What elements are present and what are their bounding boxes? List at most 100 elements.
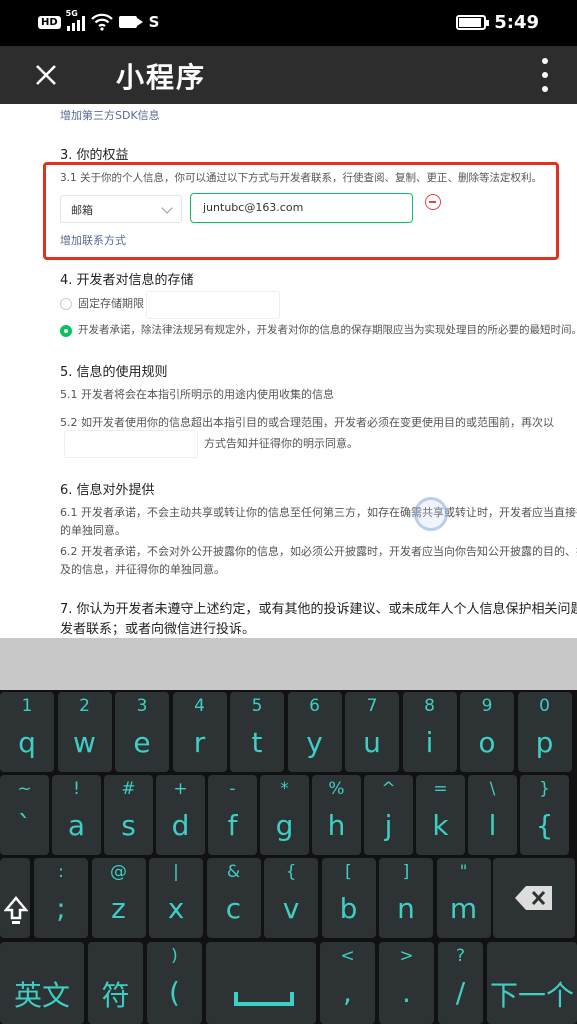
key-;[interactable]: :; (34, 858, 88, 938)
key-l[interactable]: \ l (468, 775, 517, 855)
hd-badge: HD (38, 15, 61, 29)
key-sub-label: @ (110, 862, 127, 882)
key-main-label: d (171, 809, 190, 842)
key-a[interactable]: ! a (52, 775, 101, 855)
key-c[interactable]: & c (206, 858, 261, 938)
key-sub-label: 9 (481, 696, 493, 716)
language-key[interactable]: 英文 (0, 942, 84, 1024)
backspace-key[interactable] (493, 858, 575, 938)
section-7-text-end: 发者联系；或者向微信进行投诉。 (60, 622, 256, 637)
notify-method-input[interactable] (64, 430, 198, 458)
key-sub-label: : (58, 862, 64, 882)
key-h[interactable]: % h (312, 775, 361, 855)
key-main-label: r (193, 726, 206, 759)
space-icon (234, 992, 294, 1006)
key-u[interactable]: 7u (345, 692, 399, 772)
key-sub-label: - (229, 779, 236, 799)
key-n[interactable]: ] n (379, 858, 433, 938)
key-sub-label: 0 (539, 696, 550, 716)
key-main-label: k (432, 809, 449, 842)
key-b[interactable]: [b (321, 858, 376, 938)
key-m[interactable]: " m (436, 858, 491, 938)
section-6-1-text: 6.1 开发者承诺，不会主动共享或转让你的信息至任何第三方，如存在确需共享或转让… (60, 506, 577, 519)
key-sub-label: 8 (424, 696, 435, 716)
key-sub-label: # (121, 779, 136, 799)
key-`[interactable]: ~ ` (0, 775, 49, 855)
key-sub-label: 5 (251, 696, 263, 716)
key-main-label: v (282, 892, 300, 925)
status-left: HD 5G S (38, 9, 160, 31)
app-s-icon: S (148, 13, 160, 31)
key-p[interactable]: 0p (517, 692, 572, 772)
key-slash[interactable]: ? / (438, 942, 483, 1024)
key-main-label: g (275, 809, 294, 842)
key-f[interactable]: -f (208, 775, 257, 855)
clock: 5:49 (494, 12, 539, 33)
key-t[interactable]: 5t (230, 692, 284, 772)
key-o[interactable]: 9o (460, 692, 514, 772)
key-sub-label: 7 (366, 696, 378, 716)
key-z[interactable]: @ z (91, 858, 146, 938)
screen: HD 5G S 5:49 小程序 增加第三方SDK信息 3. 你的权益 3.1 … (0, 0, 577, 1024)
minimum-period-label: 开发者承诺，除法律法规另有规定外，开发者对你的信息的保存期限应当为实现处理目的所… (78, 324, 577, 336)
key-main-label: q (18, 726, 36, 759)
backspace-icon (515, 886, 552, 910)
key-sub-label: } (539, 779, 550, 799)
key-i[interactable]: 8i (402, 692, 457, 772)
key-q[interactable]: 1q (0, 692, 54, 772)
keyboard-top-bar (0, 638, 577, 690)
section-5-title: 5. 信息的使用规则 (60, 365, 168, 380)
key-d[interactable]: + d (156, 775, 205, 855)
key-main-label: b (339, 892, 358, 925)
fixed-period-input[interactable] (146, 291, 280, 319)
section-5-1-text: 5.1 开发者将会在本指引所明示的用途内使用收集的信息 (60, 388, 334, 401)
key-w[interactable]: 2w (57, 692, 112, 772)
shift-key[interactable] (0, 858, 30, 938)
more-button[interactable] (539, 58, 551, 92)
highlight-box (43, 162, 559, 260)
section-6-1-text-end: 的单独同意。 (60, 524, 126, 537)
key-{[interactable]: }{ (520, 775, 569, 855)
key-k[interactable]: = k (416, 775, 465, 855)
key-main-label: s (121, 809, 136, 842)
signal-icon: 5G (66, 9, 85, 31)
key-sub-label: ~ (17, 779, 32, 799)
key-main-label: c (225, 892, 242, 925)
key-comma[interactable]: < , (320, 942, 375, 1024)
key-s[interactable]: # s (104, 775, 153, 855)
section-6-2-text-end: 及的信息，并征得你的单独同意。 (60, 563, 225, 576)
key-sub-label: \ (489, 779, 496, 799)
key-sub-label: & (226, 862, 241, 882)
key-main-label: h (327, 809, 346, 842)
key-v[interactable]: {v (264, 858, 318, 938)
key-main-label: w (73, 726, 96, 759)
key-sub-label: ! (73, 779, 80, 799)
symbol-key[interactable]: 符 (88, 942, 143, 1024)
key-y[interactable]: 6y (287, 692, 342, 772)
key-main-label: j (384, 809, 393, 842)
section-7-text: 7. 你认为开发者未遵守上述约定，或有其他的投诉建议、或未成年人个人信息保护相关… (60, 602, 577, 617)
touch-indicator (414, 497, 448, 531)
key-j[interactable]: ^ j (364, 775, 413, 855)
radio-minimum-period[interactable] (60, 325, 72, 337)
page-title: 小程序 (116, 61, 207, 94)
key-period[interactable]: > . (379, 942, 434, 1024)
add-sdk-link[interactable]: 增加第三方SDK信息 (60, 107, 160, 123)
key-e[interactable]: 3e (115, 692, 169, 772)
key-sub-label: 4 (194, 696, 205, 716)
next-key[interactable]: 下一个 (487, 942, 577, 1024)
close-button[interactable] (28, 57, 64, 93)
key-sub-label: { (285, 862, 297, 882)
video-icon (118, 16, 143, 28)
space-key[interactable] (206, 942, 316, 1024)
radio-fixed-period[interactable] (60, 298, 72, 310)
title-bar: 小程序 (0, 46, 577, 104)
key-x[interactable]: | x (149, 858, 203, 938)
key-sub-label: 6 (309, 696, 320, 716)
key-r[interactable]: 4r (172, 692, 227, 772)
key-main-label: a (67, 809, 86, 842)
section-6-title: 6. 信息对外提供 (60, 483, 155, 498)
key-g[interactable]: * g (260, 775, 309, 855)
key-main-label: { (535, 809, 554, 842)
key-paren[interactable]: ) ( (147, 942, 202, 1024)
